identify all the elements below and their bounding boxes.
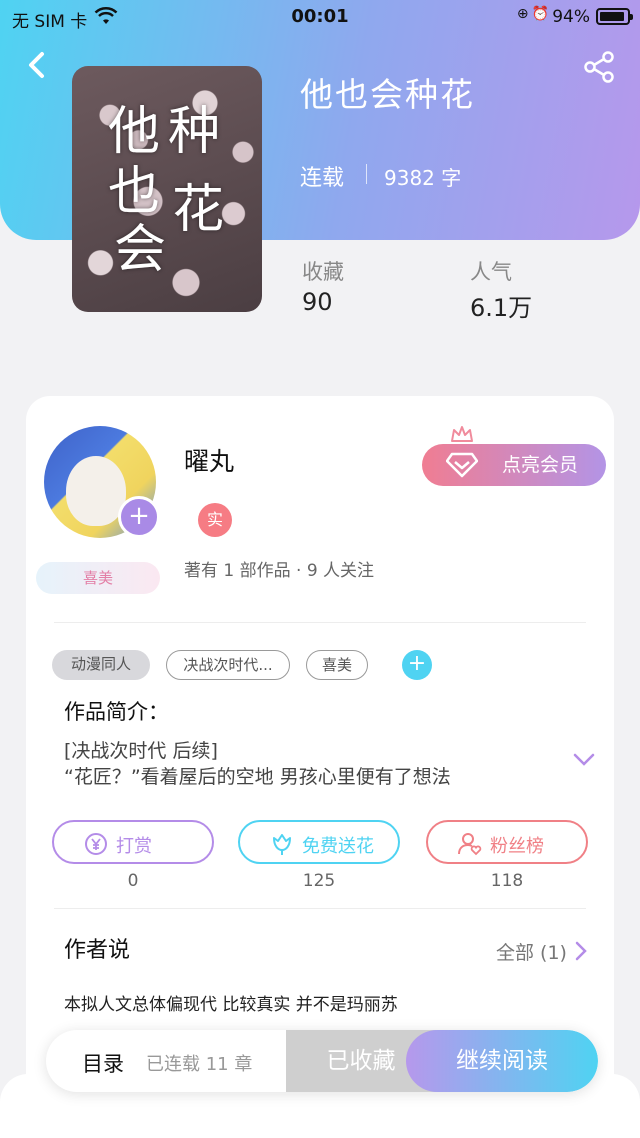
yen-coin-icon [85,833,107,855]
crown-icon [451,426,473,442]
popularity-label: 人气 [470,260,512,284]
chapter-status: 已连载 11 章 [146,1054,253,1075]
verified-badge: 实 [198,503,232,537]
continue-reading-button[interactable]: 继续阅读 [406,1030,598,1092]
battery-fill [600,12,625,21]
book-cover[interactable]: 他 也 会 种 花 [72,66,262,312]
favorites-value: 90 [302,288,333,316]
tip-button[interactable]: 打赏 [52,820,214,864]
chevron-down-icon[interactable] [572,752,596,768]
author-name[interactable]: 曜丸 [184,442,234,478]
divider [54,908,586,909]
tag-character[interactable]: 喜美 [306,650,368,680]
battery-percent: 94% [552,7,590,27]
lock-alarm-icon: ⊕⏰ [516,6,552,22]
book-title: 他也会种花 [300,75,475,114]
cover-title-char: 他 [108,102,161,162]
fans-count: 118 [490,871,524,891]
intro-title: 作品简介： [64,700,169,724]
divider [54,622,586,623]
back-arrow-icon[interactable] [22,48,52,82]
view-all-link[interactable]: 全部 (1) [496,938,567,965]
cover-title-char: 种 [168,102,221,162]
cover-title-char: 也 [108,162,161,222]
tag-category[interactable]: 动漫同人 [52,650,150,680]
send-flower-label: 免费送花 [302,836,374,857]
intro-line: “花匠？”看着屋后的空地 男孩心里便有了想法 [64,766,451,788]
send-flower-button[interactable]: 免费送花 [238,820,400,864]
level-badge: 喜美 [36,562,160,594]
bottom-action-bar: 目录 已连载 11 章 已收藏 继续阅读 [46,1030,598,1092]
avatar-face [66,456,126,526]
author-says-title: 作者说 [64,938,131,963]
fans-ranking-label: 粉丝榜 [490,836,544,857]
status-bar: 无 SIM 卡 00:01 ⊕⏰ 94% [0,0,640,36]
table-of-contents-button[interactable]: 目录 [82,1048,124,1078]
popularity-value: 6.1万 [470,294,533,322]
cover-title-char: 会 [114,220,167,280]
flower-icon [273,834,291,855]
tip-label: 打赏 [116,836,152,857]
author-stats: 著有 1 部作品 · 9 人关注 [184,561,375,581]
share-icon[interactable] [582,50,616,84]
chevron-right-icon[interactable] [574,940,588,962]
author-says-text: 本拟人文总体偏现代 比较真实 并不是玛丽苏 [64,995,398,1015]
meta-divider [366,164,367,184]
intro-line: [决战次时代 后续] [64,740,218,762]
cover-title-char: 花 [172,180,225,240]
favorites-label: 收藏 [302,260,344,284]
battery-icon [596,8,633,25]
tag-series[interactable]: 决战次时代... [166,650,290,680]
flower-count: 125 [302,871,336,891]
diamond-icon [446,452,478,478]
user-heart-icon [458,833,482,856]
word-count: 9382 字 [384,166,462,190]
serial-status: 连载 [300,166,345,191]
add-tag-button[interactable]: + [402,650,432,680]
fans-ranking-button[interactable]: 粉丝榜 [426,820,588,864]
tip-count: 0 [127,871,139,891]
follow-plus-button[interactable]: + [118,496,160,538]
